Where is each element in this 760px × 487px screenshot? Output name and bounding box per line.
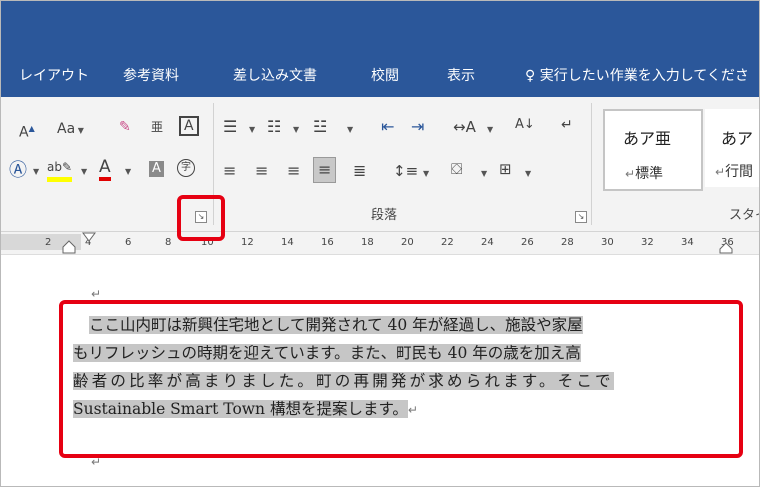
tell-me-box[interactable]: ♀ 実行したい作業を入力してくださ [525,65,749,85]
text-effect-icon[interactable]: Ⓐ [9,161,27,181]
char-border-icon[interactable]: A [179,116,199,136]
paragraph-dialog-launcher-icon[interactable]: ↘ [575,211,587,223]
launcher-highlight-box [177,195,225,241]
phonetic-guide-icon[interactable]: 亜 [151,117,163,137]
ruler-number: 24 [481,237,494,248]
ruler-number: 26 [521,237,534,248]
word-window: レイアウト 参考資料 差し込み文書 校閲 表示 ♀ 実行したい作業を入力してくだ… [0,0,760,487]
paragraph-highlight-box [59,300,743,458]
ruler-number: 22 [441,237,454,248]
font-color-icon[interactable]: A [99,157,111,181]
style-no-spacing[interactable]: あア ↵行間 [705,109,759,187]
ruler-number: 28 [561,237,574,248]
ribbon: A▲ Aa ▼ ✎ 亜 A Ⓐ ▼ ab✎ ▼ A ▼ A 字 ↘ ☰ ▼ ☷ … [1,97,759,232]
horizontal-ruler[interactable]: 2 4 6 8 10 12 14 16 18 20 22 24 26 28 30 32 34 36 [1,232,759,255]
ruler-number: 14 [281,237,294,248]
style-no-spacing-label: 行間 [725,164,754,180]
tab-view[interactable]: 表示 [447,65,475,85]
ribbon-tabs: レイアウト 参考資料 差し込み文書 校閲 表示 ♀ 実行したい作業を入力してくだ… [1,59,759,91]
ruler-number: 16 [321,237,334,248]
char-scaling-icon[interactable]: ↔A [453,117,476,137]
ruler-number: 30 [601,237,614,248]
align-center-icon[interactable]: ≡ [255,161,268,181]
highlight-color-icon[interactable]: ab✎ [47,157,73,182]
ruler-number: 8 [165,237,172,248]
show-marks-icon[interactable]: ↵ [561,115,573,135]
ruler-number: 12 [241,237,254,248]
styles-group-label: スタイ [729,208,759,223]
paragraph-group-label: 段落 [371,208,398,223]
ruler-number: 6 [125,237,132,248]
lightbulb-icon: ♀ [525,68,536,84]
distribute-icon[interactable]: ≣ [353,161,366,181]
tab-references[interactable]: 参考資料 [123,65,179,85]
ruler-number: 34 [681,237,694,248]
align-right-icon[interactable]: ≡ [287,161,300,181]
increase-indent-icon[interactable]: ⇥ [411,117,424,137]
paragraph-mark: ↵ [91,287,102,301]
style-normal[interactable]: あア亜 ↵標準 [603,109,703,191]
line-spacing-icon[interactable]: ↕≡ [393,161,418,181]
justify-icon[interactable]: ≡ [313,157,337,183]
bullets-icon[interactable]: ☰ [223,117,237,137]
align-left-icon[interactable]: ≡ [223,161,236,181]
borders-icon[interactable]: ⊞ [499,159,512,179]
decrease-indent-icon[interactable]: ⇤ [381,117,394,137]
numbering-icon[interactable]: ☷ [267,117,281,137]
ruler-number: 32 [641,237,654,248]
right-indent-marker[interactable] [719,242,733,254]
char-shading-icon[interactable]: A [149,161,164,177]
shading-icon[interactable]: ⛋ [451,159,462,179]
ruler-number: 20 [401,237,414,248]
tab-review[interactable]: 校閲 [371,65,399,85]
ruler-number: 18 [361,237,374,248]
style-normal-label: 標準 [635,166,664,182]
enclose-char-icon[interactable]: 字 [177,159,195,177]
clear-format-icon[interactable]: ✎ [119,117,131,137]
indent-markers[interactable] [61,232,101,254]
multilevel-list-icon[interactable]: ☳ [313,117,327,137]
sort-icon[interactable]: A↓ [515,115,535,135]
tell-me-placeholder: 実行したい作業を入力してくださ [539,68,749,84]
tab-mailings[interactable]: 差し込み文書 [233,65,317,85]
title-bar: レイアウト 参考資料 差し込み文書 校閲 表示 ♀ 実行したい作業を入力してくだ… [1,1,759,97]
tab-layout[interactable]: レイアウト [19,65,89,85]
change-case-button[interactable]: Aa ▼ [57,119,84,141]
ruler-number: 2 [45,237,52,248]
grow-font-icon[interactable]: A▲ [19,119,35,143]
